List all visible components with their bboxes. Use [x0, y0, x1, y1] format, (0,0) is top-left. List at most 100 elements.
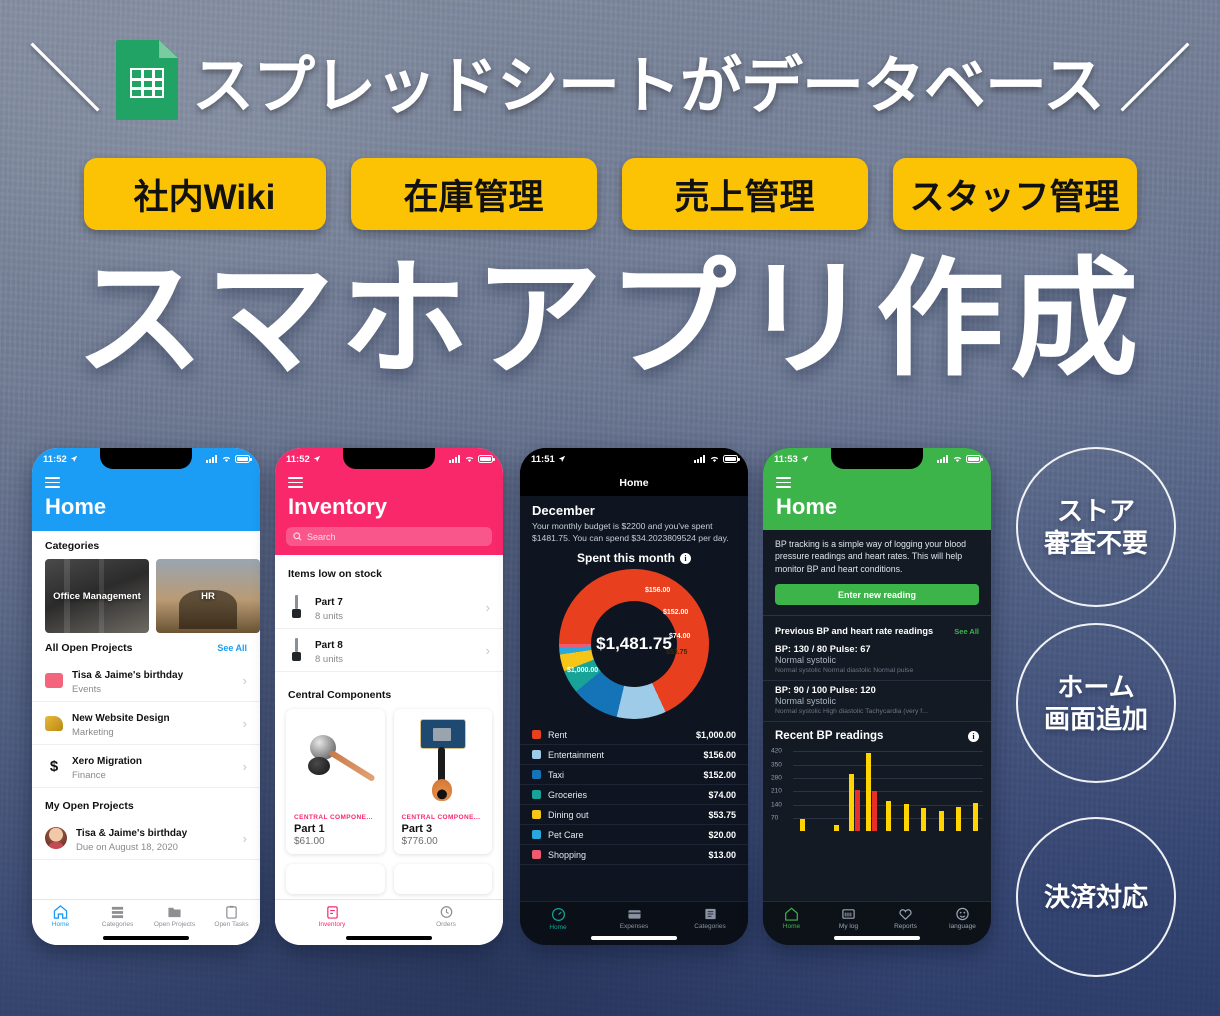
calendar-icon [45, 672, 63, 688]
bar [921, 807, 927, 832]
legend-row[interactable]: Rent $1,000.00 [520, 725, 748, 746]
phone4-clock: 11:53 [774, 453, 798, 465]
categories-carousel[interactable]: Office Management HR [32, 559, 260, 633]
tab-open-tasks[interactable]: Open Tasks [203, 905, 260, 928]
project-row[interactable]: Tisa & Jaime's birthday Due on August 18… [32, 817, 260, 860]
info-icon[interactable]: i [968, 730, 979, 742]
see-all-link[interactable]: See All [954, 627, 979, 636]
legend-row[interactable]: Shopping $13.00 [520, 845, 748, 866]
tab-label: Home [549, 924, 567, 931]
enter-new-reading-button[interactable]: Enter new reading [775, 584, 979, 606]
bar-group [917, 745, 931, 832]
bp-reading-row[interactable]: BP: 130 / 80 Pulse: 67 Normal systolic N… [763, 640, 991, 682]
legend-value: $1,000.00 [695, 729, 736, 740]
all-open-projects-heading: All Open Projects [45, 642, 133, 654]
tab-open-projects[interactable]: Open Projects [146, 905, 203, 928]
category-card-office[interactable]: Office Management [45, 559, 149, 633]
avatar [45, 827, 67, 849]
project-subtitle: Events [72, 684, 102, 695]
tab-language[interactable]: language [934, 907, 991, 945]
search-placeholder: Search [307, 531, 336, 542]
menu-icon[interactable] [776, 477, 791, 488]
dollar-icon: $ [49, 757, 59, 775]
category-card-hr[interactable]: HR [156, 559, 260, 633]
legend-value: $20.00 [708, 829, 736, 840]
legend-row[interactable]: Pet Care $20.00 [520, 825, 748, 846]
see-all-link[interactable]: See All [217, 643, 247, 653]
legend-label: Shopping [548, 849, 587, 860]
smiley-icon [956, 907, 969, 921]
legend-swatch [532, 850, 541, 860]
component-card[interactable] [393, 864, 492, 894]
location-arrow-icon [801, 455, 808, 462]
signal-icon [937, 455, 948, 463]
menu-icon[interactable] [288, 477, 303, 488]
bar-group [795, 745, 809, 832]
home-icon [53, 905, 68, 919]
tab-label: Inventory [318, 921, 346, 928]
legend-row[interactable]: Taxi $152.00 [520, 765, 748, 786]
chevron-right-icon: › [242, 830, 247, 846]
component-card[interactable] [286, 864, 385, 894]
slice-label-taxi: $152.00 [663, 609, 689, 617]
megaphone-icon [45, 715, 63, 731]
part-thumbnail [288, 594, 306, 620]
component-card[interactable]: CENTRAL COMPONE... Part 1 $61.00 [286, 709, 385, 854]
bp-status: Normal systolic [775, 696, 837, 707]
legend-swatch [532, 810, 541, 820]
tab-inventory[interactable]: Inventory [275, 905, 389, 928]
tab-label: Reports [894, 923, 917, 930]
y-axis-tick: 70 [771, 814, 779, 822]
legend-label: Dining out [548, 809, 589, 820]
info-icon[interactable]: i [680, 552, 691, 564]
project-row[interactable]: $ Xero Migration Finance › [32, 745, 260, 788]
recent-readings-header: Recent BP readings i [763, 722, 991, 745]
tab-label: Categories [101, 921, 134, 928]
tab-orders[interactable]: Orders [389, 905, 503, 928]
bp-status: Normal systolic [775, 655, 837, 666]
card-icon [627, 910, 641, 919]
project-row[interactable]: New Website Design Marketing › [32, 702, 260, 745]
bp-reading-row[interactable]: BP: 90 / 100 Pulse: 120 Normal systolic … [763, 681, 991, 723]
battery-icon [235, 455, 252, 463]
category-label: Office Management [53, 590, 141, 602]
tab-categories[interactable]: Categories [89, 905, 146, 928]
inventory-row[interactable]: Part 7 8 units › [275, 586, 503, 629]
legend-row[interactable]: Dining out $53.75 [520, 805, 748, 826]
circle-line-2: 画面追加 [1043, 704, 1148, 734]
low-stock-heading: Items low on stock [288, 568, 382, 580]
categories-heading: Categories [45, 540, 100, 552]
budget-month: December [532, 503, 595, 518]
legend-label: Entertainment [548, 749, 605, 760]
y-axis-tick: 210 [771, 787, 782, 795]
tab-label: Home [51, 921, 70, 928]
bar [938, 811, 944, 832]
google-sheets-icon [116, 40, 179, 120]
tab-home[interactable]: Home [763, 907, 820, 945]
legend-row[interactable]: Groceries $74.00 [520, 785, 748, 806]
inventory-row[interactable]: Part 8 8 units › [275, 629, 503, 672]
feature-circle-home-screen: ホーム 画面追加 [1016, 623, 1176, 783]
tab-categories[interactable]: Categories [672, 907, 748, 945]
header-tagline: スプレッドシートがデータベース [192, 52, 1105, 121]
search-input[interactable]: Search [286, 527, 492, 546]
bp-values: BP: 90 / 100 Pulse: 120 [775, 685, 876, 696]
tab-label: Home [782, 923, 801, 930]
bar-group [830, 745, 844, 832]
tab-label: Categories [694, 923, 726, 930]
project-title: New Website Design [72, 713, 170, 724]
circle-line-1: ホーム [1057, 671, 1135, 702]
component-card[interactable]: CENTRAL COMPONE... Part 3 $776.00 [393, 709, 492, 854]
phone1-header: 11:52 Home [32, 448, 260, 531]
project-row[interactable]: Tisa & Jaime's birthday Events › [32, 659, 260, 702]
badge-staff: スタッフ管理 [892, 158, 1137, 230]
project-subtitle: Finance [72, 770, 106, 781]
component-card-grid: CENTRAL COMPONE... Part 1 $61.00 CENTRAL… [275, 703, 503, 854]
previous-readings-heading: Previous BP and heart rate readings [775, 626, 934, 637]
legend-row[interactable]: Entertainment $156.00 [520, 745, 748, 766]
tab-home[interactable]: Home [32, 905, 89, 928]
part-thumbnail [288, 637, 306, 663]
component-image-board [393, 709, 492, 812]
tab-home[interactable]: Home [520, 907, 596, 945]
menu-icon[interactable] [45, 477, 60, 488]
